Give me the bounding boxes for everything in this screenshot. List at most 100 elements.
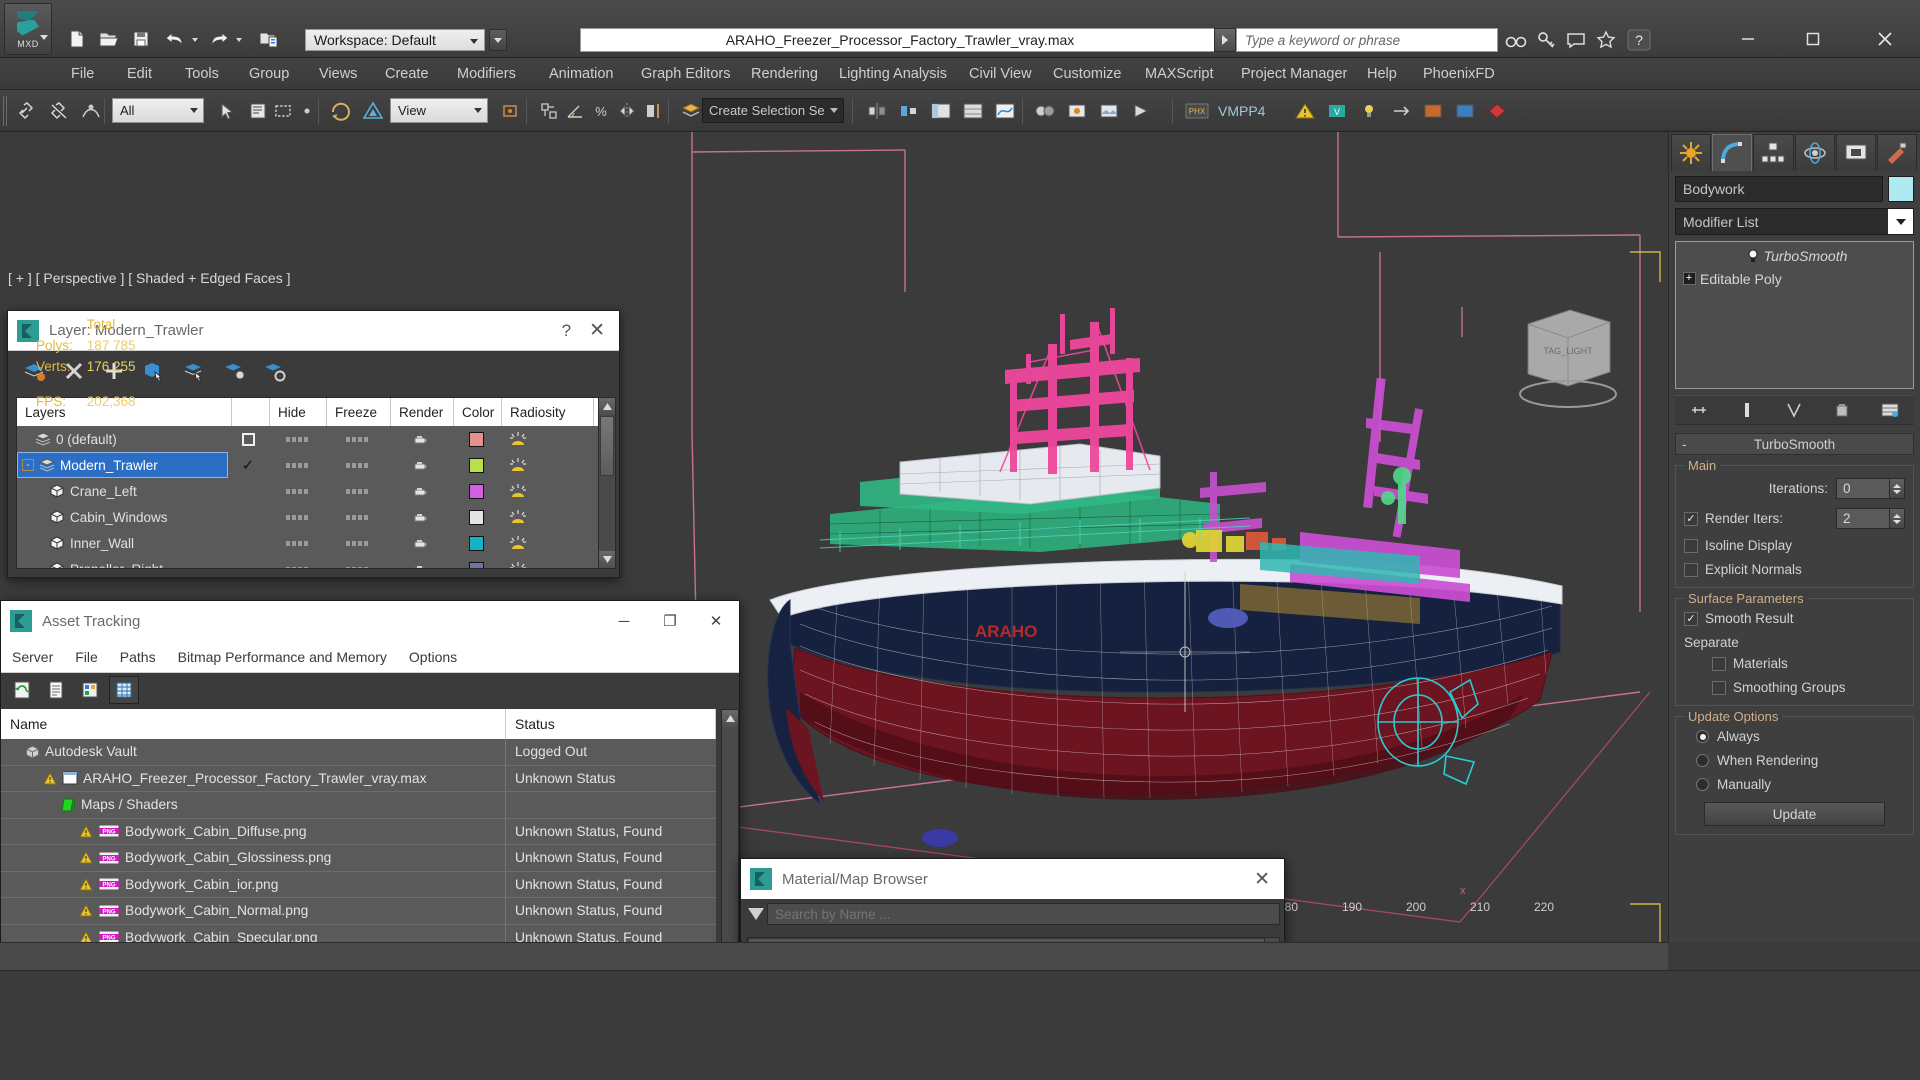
pin-stack-icon[interactable] <box>1686 398 1712 422</box>
maximize-button[interactable] <box>1790 20 1836 58</box>
render-iters-checkbox[interactable]: ✓ <box>1684 512 1698 526</box>
freeze-toggle[interactable] <box>325 426 389 452</box>
maximize-button[interactable]: ❐ <box>647 601 693 641</box>
always-radio[interactable] <box>1696 730 1709 743</box>
refresh-icon[interactable] <box>7 676 37 704</box>
hide-toggle[interactable] <box>268 556 325 569</box>
help-icon[interactable]: ? <box>1625 28 1653 52</box>
vray-toolbar-icon[interactable]: V <box>1322 96 1352 126</box>
search-input[interactable]: Type a keyword or phrase <box>1236 28 1498 52</box>
update-option-manually[interactable]: Manually <box>1696 777 1905 792</box>
light-lister-icon[interactable] <box>1354 96 1384 126</box>
expander-icon[interactable]: - <box>22 459 34 471</box>
hide-toggle[interactable] <box>268 504 325 530</box>
hide-toggle[interactable] <box>268 478 325 504</box>
undo-icon[interactable] <box>160 26 189 52</box>
isoline-display-checkbox[interactable] <box>1684 539 1698 553</box>
layer-row[interactable]: 0 (default) <box>17 426 598 452</box>
motion-tab[interactable] <box>1795 134 1835 171</box>
smooth-result-checkbox[interactable]: ✓ <box>1684 612 1698 626</box>
workspace-dropdown-button[interactable] <box>489 29 507 51</box>
highlight-selected-objects-layer-icon[interactable] <box>218 356 250 386</box>
close-button[interactable]: ✕ <box>1240 868 1284 891</box>
remove-modifier-icon[interactable] <box>1829 398 1855 422</box>
command-panel[interactable]: Modifier List TurboSmooth+Editable Poly … <box>1668 132 1920 942</box>
rollout-header[interactable]: - TurboSmooth <box>1675 433 1914 455</box>
help-button[interactable]: ? <box>548 321 585 341</box>
modify-tab[interactable] <box>1712 134 1752 171</box>
menu-tools[interactable]: Tools <box>174 58 230 90</box>
radiosity-toggle[interactable] <box>500 452 592 478</box>
freeze-toggle[interactable] <box>325 504 389 530</box>
browser-options-icon[interactable] <box>745 903 767 925</box>
layer-row[interactable]: Inner_Wall <box>17 530 598 556</box>
menu-group[interactable]: Group <box>238 58 300 90</box>
layer-row[interactable]: Propeller_Right <box>17 556 598 569</box>
layer-properties-icon[interactable] <box>258 356 290 386</box>
modifier-stack-item[interactable]: +Editable Poly <box>1678 267 1911 290</box>
communication-center-icon[interactable] <box>1562 28 1590 52</box>
display-tab[interactable] <box>1836 134 1876 171</box>
scene-converter-icon[interactable] <box>1386 96 1416 126</box>
radiosity-toggle[interactable] <box>500 504 592 530</box>
render-toggle[interactable] <box>389 478 452 504</box>
redo-icon[interactable] <box>204 26 233 52</box>
warning-icon[interactable] <box>1290 96 1320 126</box>
menu-create[interactable]: Create <box>374 58 440 90</box>
mirror-icon[interactable] <box>612 96 642 126</box>
when-rendering-radio[interactable] <box>1696 754 1709 767</box>
render-production-icon[interactable] <box>1126 96 1156 126</box>
render-toggle[interactable] <box>389 504 452 530</box>
detail-view-icon[interactable] <box>75 676 105 704</box>
color-swatch[interactable] <box>452 556 500 569</box>
configure-modifier-sets-icon[interactable] <box>1877 398 1903 422</box>
toggle-layer-explorer-icon[interactable] <box>958 96 988 126</box>
grid-view-icon[interactable] <box>109 676 139 704</box>
color-swatch[interactable] <box>452 504 500 530</box>
render-toggle[interactable] <box>389 452 452 478</box>
asset-row[interactable]: PNGBodywork_Cabin_ior.pngUnknown Status,… <box>1 872 716 899</box>
info-center-expand-button[interactable] <box>1214 28 1236 52</box>
current-layer-indicator[interactable] <box>228 556 268 569</box>
unlink-selection-icon[interactable] <box>44 96 74 126</box>
modifier-stack[interactable]: TurboSmooth+Editable Poly <box>1675 241 1914 389</box>
asset-row[interactable]: PNGBodywork_Cabin_Normal.pngUnknown Stat… <box>1 898 716 925</box>
manually-radio[interactable] <box>1696 778 1709 791</box>
object-name-field[interactable] <box>1675 176 1883 202</box>
hide-toggle[interactable] <box>268 452 325 478</box>
list-view-icon[interactable] <box>41 676 71 704</box>
layer-row[interactable]: -Modern_Trawler✓ <box>17 452 598 478</box>
modifier-list-dropdown[interactable]: Modifier List <box>1675 208 1914 235</box>
workspace-selector[interactable]: Workspace: Default <box>305 29 485 51</box>
curve-editor-icon[interactable] <box>990 96 1020 126</box>
freeze-toggle[interactable] <box>325 556 389 569</box>
render-toggle[interactable] <box>389 530 452 556</box>
asset-row[interactable]: Autodesk VaultLogged Out <box>1 739 716 766</box>
menu-graph-editors[interactable]: Graph Editors <box>630 58 741 90</box>
render-setup-icon[interactable] <box>1062 96 1092 126</box>
undo-dropdown-icon[interactable] <box>192 38 198 42</box>
color-swatch[interactable] <box>452 452 500 478</box>
materials-checkbox[interactable] <box>1712 657 1726 671</box>
named-selection-sets-field[interactable]: Create Selection Se <box>702 98 844 123</box>
utilities-tab[interactable] <box>1877 134 1917 171</box>
menu-civil-view[interactable]: Civil View <box>958 58 1043 90</box>
collapse-icon[interactable]: - <box>1682 437 1687 452</box>
asset-menu-paths[interactable]: Paths <box>109 649 167 665</box>
menu-phoenixfd[interactable]: PhoenixFD <box>1412 58 1506 90</box>
render-iters-spinner-buttons[interactable] <box>1890 508 1905 529</box>
select-and-rotate-icon[interactable] <box>326 96 356 126</box>
search-binoculars-icon[interactable] <box>1502 28 1530 52</box>
minimize-button[interactable]: ─ <box>601 601 647 641</box>
new-file-icon[interactable] <box>62 26 91 52</box>
freeze-toggle[interactable] <box>325 452 389 478</box>
select-highlighted-layers-icon[interactable] <box>178 356 210 386</box>
reference-coordinate-combo[interactable]: View <box>390 98 488 123</box>
radiosity-toggle[interactable] <box>500 426 592 452</box>
menu-file[interactable]: File <box>60 58 105 90</box>
hide-toggle[interactable] <box>268 426 325 452</box>
align-objects-icon[interactable] <box>894 96 924 126</box>
align-icon[interactable] <box>640 96 670 126</box>
vray-frame-buffer-icon[interactable] <box>1418 96 1448 126</box>
material-editor-icon[interactable] <box>1030 96 1060 126</box>
